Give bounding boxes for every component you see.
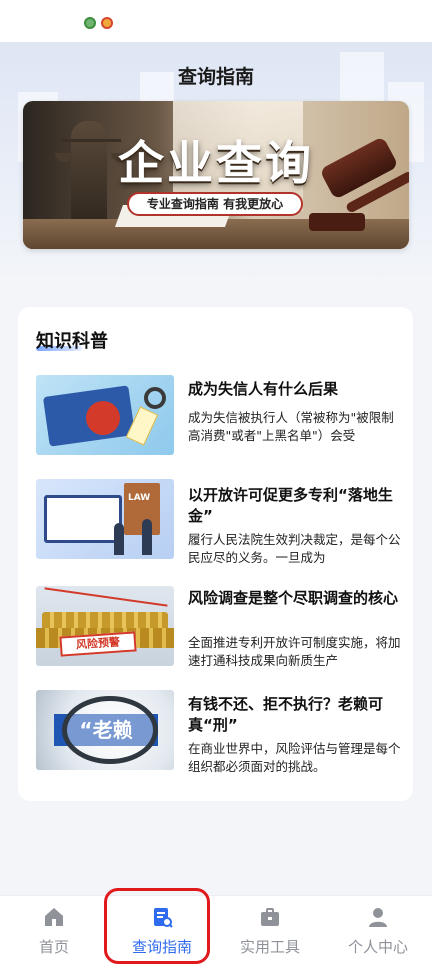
banner-title: 企业查询 — [118, 136, 314, 190]
toolbox-icon — [261, 908, 279, 926]
app-icon — [84, 17, 96, 29]
risk-warning-illustration-icon: 风险预警 — [36, 586, 174, 666]
article-title: 以开放许可促更多专利“落地生金” — [188, 486, 393, 525]
banner-slogan: 专业查询指南 有我更放心 — [127, 192, 303, 216]
article-description: 履行人民法院生效判决裁定，是每个公民应尽的义务。一旦成为 — [188, 532, 401, 565]
gavel-block-icon — [309, 213, 365, 231]
active-tab-highlight — [104, 888, 210, 964]
status-bar — [0, 0, 432, 42]
article-title: 有钱不还、拒不执行？老赖可真“刑” — [188, 695, 384, 734]
section-title: 知识科普 — [36, 331, 108, 352]
person-icon — [369, 908, 387, 927]
home-icon — [45, 908, 63, 926]
article-item[interactable]: 风险预警 风险调查是整个尽职调查的核心 全面推进专利开放许可制度实施，将加速打通… — [36, 586, 406, 668]
article-title: 风险调查是整个尽职调查的核心 — [188, 589, 399, 607]
enterprise-query-banner[interactable]: 企业查询 专业查询指南 有我更放心 — [23, 101, 409, 249]
article-item[interactable]: “老赖 有钱不还、拒不执行？老赖可真“刑” 在商业世界中，风险评估与管理是每个组… — [36, 690, 406, 774]
article-description: 在商业世界中，风险评估与管理是每个组织都必须面对的挑战。 — [188, 741, 401, 774]
tab-profile[interactable]: 个人中心 — [324, 896, 432, 964]
knowledge-card: 知识科普 成为失信人有什么后果 成为失信被执行人（常被称为"被限制高消费"或者"… — [18, 307, 413, 801]
blacklist-illustration-icon — [36, 375, 174, 455]
article-item[interactable]: LAW 以开放许可促更多专利“落地生金” 履行人民法院生效判决裁定，是每个公民应… — [36, 479, 406, 565]
bottom-tab-bar: 首页 查询指南 实用工具 个人中心 — [0, 895, 432, 964]
thumb-warning-text: 风险预警 — [59, 631, 137, 657]
tab-label: 个人中心 — [347, 938, 408, 956]
magnifier-illustration-icon: “老赖 — [36, 690, 174, 770]
page-title: 查询指南 — [177, 66, 254, 88]
tab-home[interactable]: 首页 — [0, 896, 108, 964]
article-title: 成为失信人有什么后果 — [188, 380, 339, 398]
article-description: 全面推进专利开放许可制度实施，将加速打通科技成果向新质生产 — [188, 635, 401, 668]
thumb-law-text: LAW — [128, 493, 151, 503]
article-description: 成为失信被执行人（常被称为"被限制高消费"或者"上黑名单"）会受 — [188, 410, 394, 443]
tab-label: 首页 — [38, 938, 69, 956]
tab-label: 实用工具 — [239, 938, 300, 956]
status-icons — [84, 17, 113, 29]
article-item[interactable]: 成为失信人有什么后果 成为失信被执行人（常被称为"被限制高消费"或者"上黑名单"… — [36, 375, 406, 455]
weibo-icon — [101, 17, 113, 29]
tab-tools[interactable]: 实用工具 — [216, 896, 324, 964]
law-illustration-icon: LAW — [36, 479, 174, 559]
